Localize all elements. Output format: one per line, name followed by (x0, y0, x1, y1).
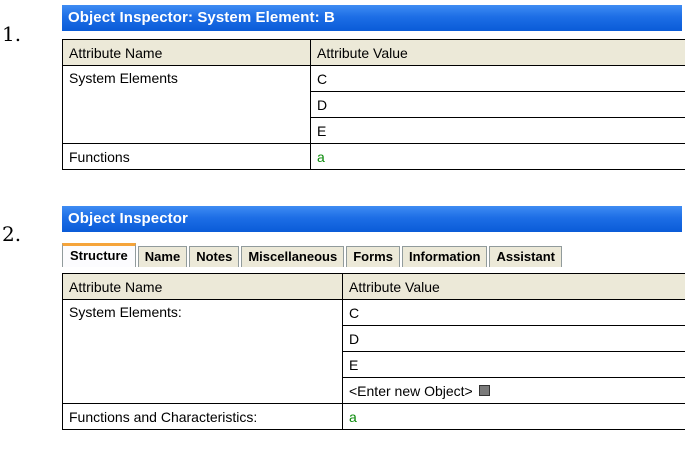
panel2-new-object-cell[interactable]: <Enter new Object> (342, 377, 685, 404)
panel1-header-attribute-name[interactable]: Attribute Name (62, 39, 311, 66)
panel2-title: Object Inspector (68, 210, 188, 227)
tab-structure[interactable]: Structure (62, 243, 136, 267)
tab-information[interactable]: Information (401, 246, 488, 267)
new-object-placeholder[interactable]: <Enter new Object> (349, 383, 473, 399)
panel2-functions-value[interactable]: a (342, 403, 685, 430)
panel2-attribute-table: Attribute Name Attribute Value System El… (62, 273, 685, 430)
small-square-icon[interactable] (478, 385, 490, 397)
panel2-system-elements-label: System Elements: (62, 299, 343, 404)
table-row: Functions and Characteristics: a (62, 403, 685, 430)
tab-forms[interactable]: Forms (346, 246, 400, 267)
panel1-header-row: Attribute Name Attribute Value (62, 39, 685, 66)
tab-miscellaneous[interactable]: Miscellaneous (241, 246, 345, 267)
tab-assistant[interactable]: Assistant (489, 246, 562, 267)
panel1-title-bar: Object Inspector: System Element: B (62, 5, 682, 31)
panel1-system-element-value-d[interactable]: D (310, 91, 685, 118)
panel2-tab-strip: Structure Name Notes Miscellaneous Forms… (62, 243, 682, 267)
list-number-2: 2. (2, 222, 22, 246)
tab-notes[interactable]: Notes (189, 246, 240, 267)
panel2-functions-label: Functions and Characteristics: (62, 403, 343, 430)
panel1-functions-value[interactable]: a (310, 143, 685, 170)
panel1-system-elements-label: System Elements (62, 65, 311, 144)
panel2-title-bar: Object Inspector (62, 206, 682, 232)
panel1-system-element-value-e[interactable]: E (310, 117, 685, 144)
panel2-header-attribute-name[interactable]: Attribute Name (62, 273, 343, 300)
table-row: System Elements C (62, 65, 685, 144)
panel1-system-element-value-c[interactable]: C (310, 65, 685, 92)
panel2-header-attribute-value[interactable]: Attribute Value (342, 273, 685, 300)
table-row: System Elements: C (62, 299, 685, 404)
panel2-system-element-value-c[interactable]: C (342, 299, 685, 326)
panel1-functions-label: Functions (62, 143, 311, 170)
list-number-1: 1. (2, 22, 22, 46)
tab-name[interactable]: Name (137, 246, 188, 267)
panel2-system-element-value-d[interactable]: D (342, 325, 685, 352)
panel1-attribute-table: Attribute Name Attribute Value System El… (62, 39, 685, 170)
panel1-header-attribute-value[interactable]: Attribute Value (310, 39, 685, 66)
panel2-header-row: Attribute Name Attribute Value (62, 273, 685, 300)
panel2-system-element-value-e[interactable]: E (342, 351, 685, 378)
table-row: Functions a (62, 143, 685, 170)
panel1-title: Object Inspector: System Element: B (68, 9, 335, 26)
